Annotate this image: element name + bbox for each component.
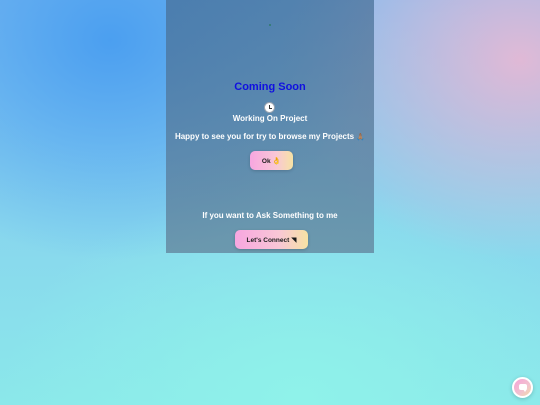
ask-something-text: If you want to Ask Something to me [202, 211, 338, 220]
modal-message-text: Happy to see you for try to browse my Pr… [174, 132, 355, 141]
modal-title: Coming Soon [234, 81, 306, 93]
lets-connect-button[interactable]: Let's Connect ◥ [235, 230, 308, 249]
chat-widget-button[interactable] [512, 377, 533, 398]
ok-button[interactable]: Ok 👌 [250, 151, 293, 170]
modal-subtitle: Working On Project [232, 114, 308, 123]
clock-icon [264, 102, 275, 113]
chat-icon [519, 384, 527, 392]
lets-connect-label: Let's Connect [246, 236, 290, 244]
modal-message: Happy to see you for try to browse my Pr… [166, 132, 374, 141]
praying-hands-emoji: 🙏🏽 [356, 133, 366, 141]
connect-arrow-icon: ◥ [291, 235, 297, 244]
coming-soon-modal: Coming Soon Working On Project Happy to … [166, 0, 374, 253]
ok-hand-emoji: 👌 [272, 156, 282, 165]
decorative-dot [269, 24, 271, 26]
ok-button-label: Ok [261, 157, 271, 165]
